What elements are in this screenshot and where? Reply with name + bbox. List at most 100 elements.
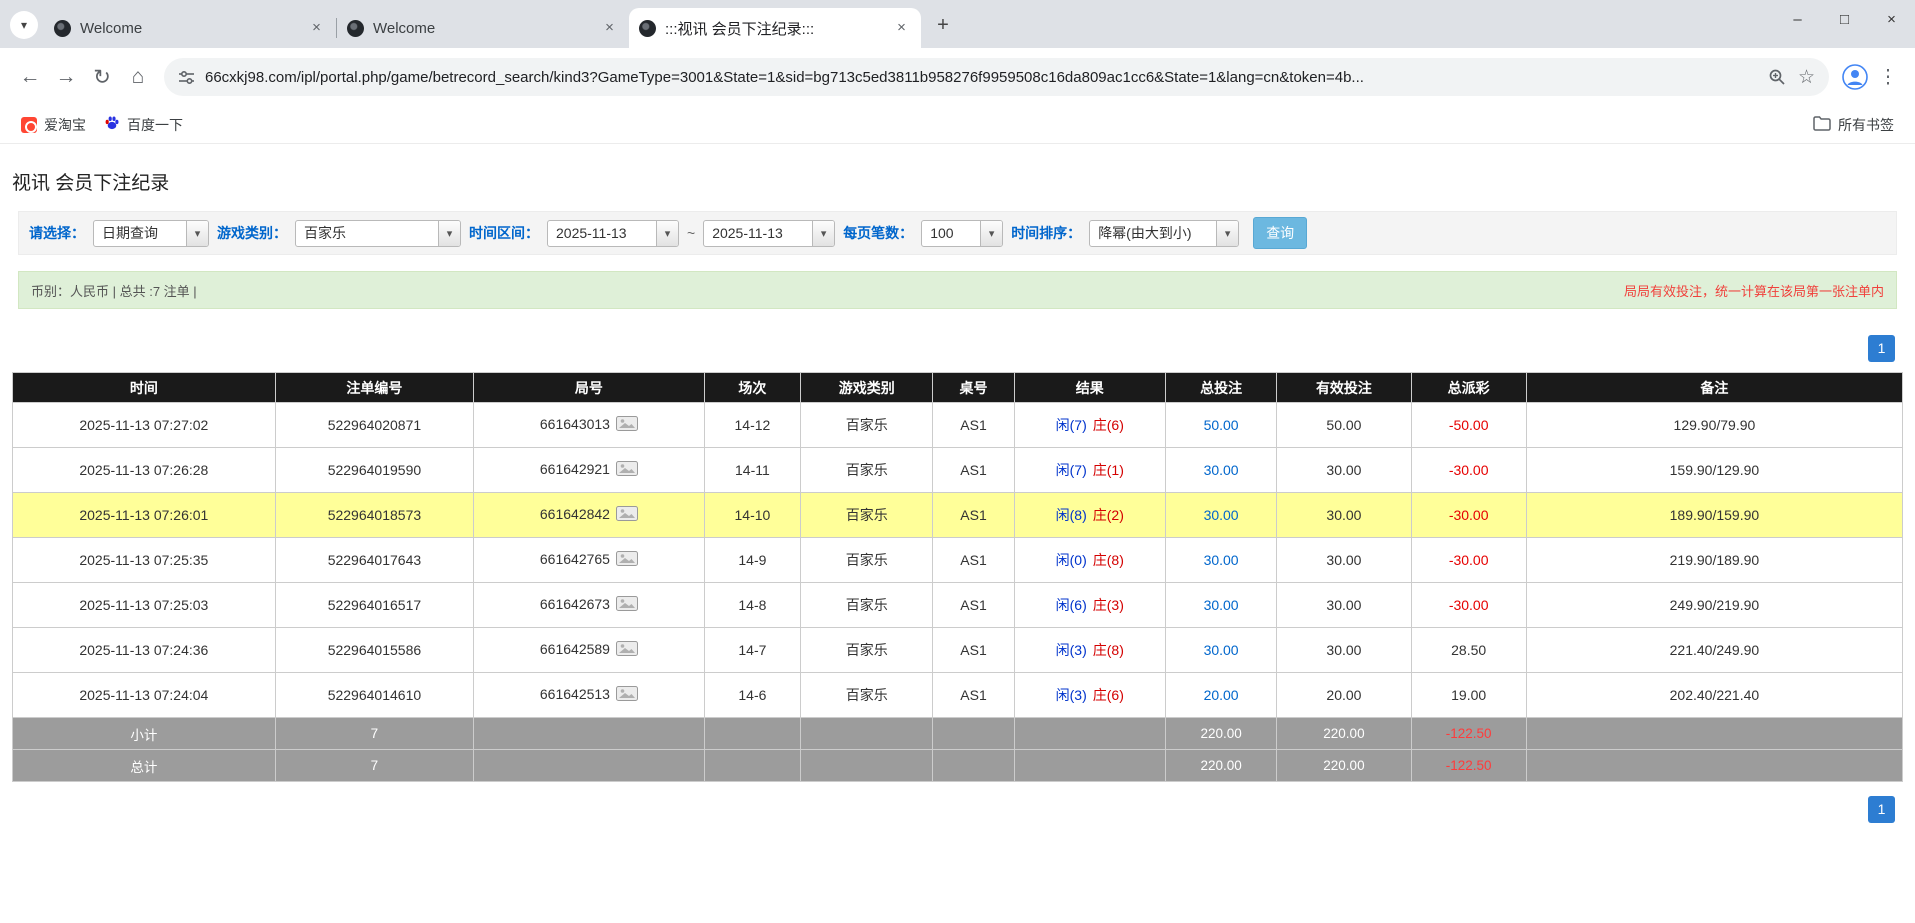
cell-payout: -30.00 [1411, 493, 1526, 538]
back-button[interactable]: ← [12, 59, 48, 95]
tab-close-icon[interactable]: × [892, 19, 911, 38]
result-player: 闲(8) [1056, 507, 1087, 523]
chevron-down-icon[interactable]: ▾ [1216, 221, 1238, 246]
tab-favicon [54, 20, 71, 37]
date-to-select[interactable]: 2025-11-13 ▾ [703, 220, 835, 247]
browser-menu-icon[interactable]: ⋮ [1873, 66, 1903, 89]
bookmark-baidu[interactable]: 百度一下 [95, 111, 192, 139]
baidu-paw-icon [104, 115, 120, 134]
bookmark-label: 百度一下 [127, 115, 183, 135]
window-controls: – □ × [1774, 0, 1915, 38]
browser-chrome: ▾ Welcome × Welcome × :::视讯 会员下注纪录::: × … [0, 0, 1915, 144]
cell-empty [474, 718, 705, 750]
bet-detail-image-icon[interactable] [616, 416, 638, 434]
cell-empty [801, 750, 933, 782]
cell-empty [704, 718, 800, 750]
cell-table-no: AS1 [933, 538, 1014, 583]
filter-bar: 请选择： 日期查询 ▾ 游戏类别： 百家乐 ▾ 时间区间： 2025-11-13… [18, 211, 1897, 255]
page-content: 视讯 会员下注纪录 请选择： 日期查询 ▾ 游戏类别： 百家乐 ▾ 时间区间： … [0, 168, 1915, 823]
bet-detail-image-icon[interactable] [616, 461, 638, 479]
cell-total-bet-link[interactable]: 50.00 [1165, 403, 1277, 448]
site-settings-icon[interactable] [178, 69, 195, 86]
result-banker: 庄(1) [1093, 462, 1124, 478]
game-type-label: 游戏类别： [217, 223, 287, 243]
column-header-payout: 总派彩 [1411, 373, 1526, 403]
pagination-bottom: 1 [20, 796, 1895, 823]
tab-title: Welcome [373, 20, 594, 37]
profile-icon[interactable] [1837, 59, 1873, 95]
address-bar[interactable]: 66cxkj98.com/ipl/portal.php/game/betreco… [164, 58, 1829, 96]
tab-bar: ▾ Welcome × Welcome × :::视讯 会员下注纪录::: × … [0, 0, 1915, 48]
cell-empty [704, 750, 800, 782]
bet-detail-image-icon[interactable] [616, 551, 638, 569]
minimize-button[interactable]: – [1774, 0, 1821, 38]
table-row: 2025-11-13 07:24:36 522964015586 6616425… [13, 628, 1903, 673]
column-header-round: 局号 [474, 373, 705, 403]
tab-welcome-1[interactable]: Welcome × [44, 8, 336, 48]
game-type-select[interactable]: 百家乐 ▾ [295, 220, 461, 247]
cell-time: 2025-11-13 07:25:03 [13, 583, 276, 628]
bookmark-aitaobao[interactable]: 爱淘宝 [12, 111, 95, 139]
reload-button[interactable]: ↻ [84, 59, 120, 95]
cell-game-type: 百家乐 [801, 493, 933, 538]
page-size-select[interactable]: 100 ▾ [921, 220, 1003, 247]
sort-order-select[interactable]: 降幂(由大到小) ▾ [1089, 220, 1239, 247]
cell-bet-id: 522964017643 [275, 538, 473, 583]
forward-button[interactable]: → [48, 59, 84, 95]
bet-detail-image-icon[interactable] [616, 596, 638, 614]
pagination-page-1[interactable]: 1 [1868, 796, 1895, 823]
total-total-bet: 220.00 [1165, 750, 1277, 782]
cell-total-bet-link[interactable]: 30.00 [1165, 538, 1277, 583]
cell-table-no: AS1 [933, 673, 1014, 718]
cell-result: 闲(7) 庄(1) [1014, 448, 1165, 493]
tab-favicon [347, 20, 364, 37]
new-tab-button[interactable]: + [929, 11, 957, 39]
home-button[interactable]: ⌂ [120, 59, 156, 95]
date-from-select[interactable]: 2025-11-13 ▾ [547, 220, 679, 247]
cell-total-bet-link[interactable]: 30.00 [1165, 628, 1277, 673]
round-id: 661643013 [540, 416, 610, 432]
cell-bet-id: 522964020871 [275, 403, 473, 448]
tab-close-icon[interactable]: × [307, 19, 326, 38]
cell-total-bet-link[interactable]: 30.00 [1165, 493, 1277, 538]
bookmark-star-icon[interactable]: ☆ [1798, 66, 1815, 89]
chevron-down-icon[interactable]: ▾ [186, 221, 208, 246]
cell-empty [1526, 750, 1902, 782]
cell-time: 2025-11-13 07:26:28 [13, 448, 276, 493]
all-bookmarks-button[interactable]: 所有书签 [1804, 111, 1903, 139]
cell-valid-bet: 20.00 [1277, 673, 1411, 718]
pagination-page-1[interactable]: 1 [1868, 335, 1895, 362]
cell-payout: -30.00 [1411, 583, 1526, 628]
chevron-down-icon[interactable]: ▾ [812, 221, 834, 246]
bet-table-totals: 小计 7 220.00 220.00 -122.50 总计 7 [13, 718, 1903, 782]
cell-total-bet-link[interactable]: 20.00 [1165, 673, 1277, 718]
tab-bet-records-active[interactable]: :::视讯 会员下注纪录::: × [629, 8, 921, 48]
cell-session: 14-10 [704, 493, 800, 538]
cell-total-bet-link[interactable]: 30.00 [1165, 448, 1277, 493]
bet-detail-image-icon[interactable] [616, 686, 638, 704]
bet-detail-image-icon[interactable] [616, 641, 638, 659]
bet-detail-image-icon[interactable] [616, 506, 638, 524]
column-header-bet-id: 注单编号 [275, 373, 473, 403]
chevron-down-icon[interactable]: ▾ [656, 221, 678, 246]
tab-welcome-2[interactable]: Welcome × [337, 8, 629, 48]
cell-empty [474, 750, 705, 782]
url-text[interactable]: 66cxkj98.com/ipl/portal.php/game/betreco… [205, 69, 1758, 86]
query-type-select[interactable]: 日期查询 ▾ [93, 220, 209, 247]
subtotal-label: 小计 [13, 718, 276, 750]
cell-game-type: 百家乐 [801, 628, 933, 673]
result-banker: 庄(6) [1093, 687, 1124, 703]
cell-total-bet-link[interactable]: 30.00 [1165, 583, 1277, 628]
cell-table-no: AS1 [933, 448, 1014, 493]
result-player: 闲(7) [1056, 462, 1087, 478]
zoom-icon[interactable] [1768, 68, 1786, 86]
tab-search-button[interactable]: ▾ [10, 11, 38, 39]
chevron-down-icon[interactable]: ▾ [438, 221, 460, 246]
cell-time: 2025-11-13 07:27:02 [13, 403, 276, 448]
chevron-down-icon[interactable]: ▾ [980, 221, 1002, 246]
search-button[interactable]: 查询 [1253, 217, 1307, 249]
close-button[interactable]: × [1868, 0, 1915, 38]
bet-records-table: 时间 注单编号 局号 场次 游戏类别 桌号 结果 总投注 有效投注 总派彩 备注… [12, 372, 1903, 782]
tab-close-icon[interactable]: × [600, 19, 619, 38]
maximize-button[interactable]: □ [1821, 0, 1868, 38]
